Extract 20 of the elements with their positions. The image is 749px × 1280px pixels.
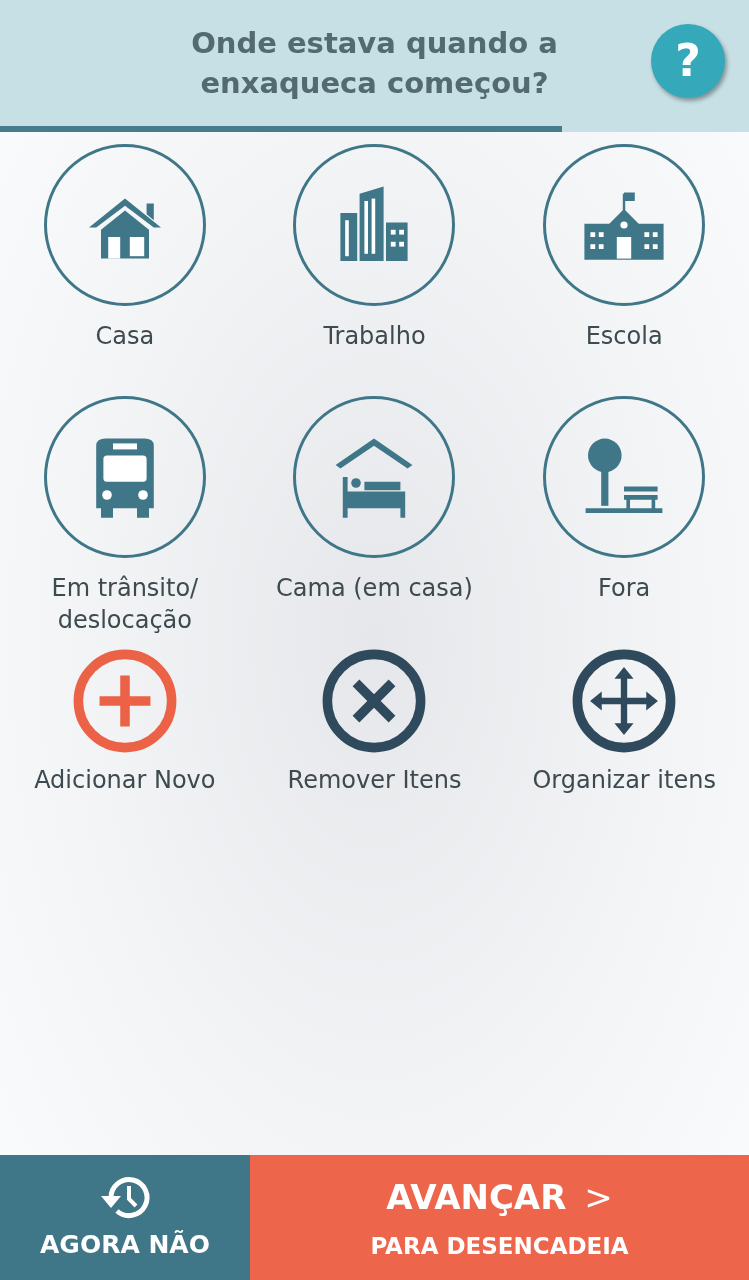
screen-title: Onde estava quando a enxaqueca começou? bbox=[190, 25, 559, 102]
close-icon bbox=[321, 648, 428, 754]
place-button[interactable] bbox=[293, 396, 456, 558]
place-button[interactable] bbox=[43, 396, 206, 558]
place-label: Trabalho bbox=[322, 321, 427, 352]
plus-icon bbox=[71, 648, 178, 754]
action-button[interactable]: Organizar itens bbox=[532, 648, 716, 798]
action-button[interactable]: Adicionar Novo bbox=[34, 648, 216, 798]
place-button[interactable] bbox=[293, 144, 456, 306]
action-button[interactable]: Remover Itens bbox=[287, 648, 462, 798]
place-button[interactable] bbox=[543, 396, 706, 558]
place-label: Casa bbox=[94, 321, 156, 352]
place-button[interactable] bbox=[543, 144, 706, 306]
place-label: Cama (em casa) bbox=[275, 573, 474, 604]
move-arrows-icon bbox=[571, 648, 678, 754]
place-label: Fora bbox=[597, 573, 652, 604]
place-label: Escola bbox=[584, 321, 664, 352]
place-button[interactable] bbox=[43, 144, 206, 306]
place-label: Em trânsito/ deslocação bbox=[50, 573, 200, 636]
not-now-button[interactable]: AGORA NÃO bbox=[0, 1155, 250, 1280]
